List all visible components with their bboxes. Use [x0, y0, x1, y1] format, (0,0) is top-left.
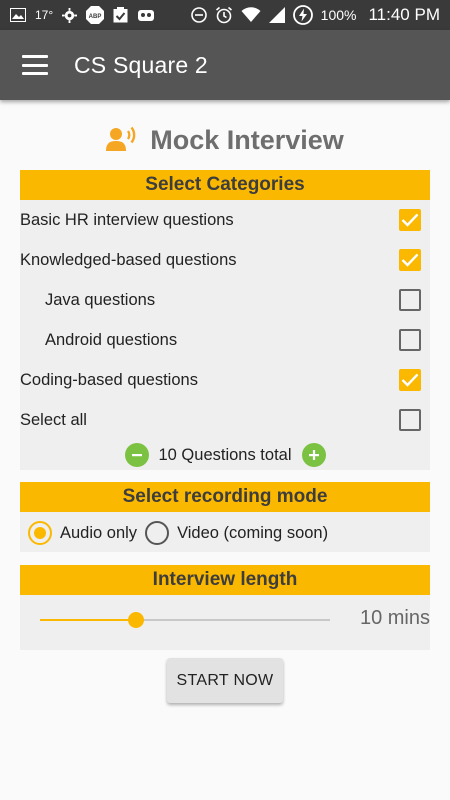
signal-strength-icon: [268, 7, 285, 23]
temperature-text: 17°: [35, 8, 54, 22]
category-checkbox[interactable]: [399, 369, 421, 391]
categories-section: Select Categories Basic HR interview que…: [20, 170, 430, 470]
recording-mode-options: Audio only Video (coming soon): [20, 515, 430, 551]
wifi-icon: [241, 7, 261, 23]
adblock-icon: ABP: [86, 6, 105, 24]
battery-charging-icon: [292, 5, 313, 25]
category-label: Java questions: [45, 290, 156, 309]
category-row[interactable]: Basic HR interview questions: [20, 200, 430, 240]
length-slider-row: 10 mins: [20, 595, 430, 650]
category-label: Knowledged-based questions: [20, 250, 237, 269]
recording-mode-header: Select recording mode: [20, 482, 430, 512]
interview-length-section: Interview length 10 mins: [20, 565, 430, 650]
audio-only-radio[interactable]: [28, 521, 52, 545]
do-not-disturb-icon: [190, 7, 207, 23]
category-checkbox[interactable]: [399, 249, 421, 271]
recording-mode-section: Select recording mode Audio only Video (…: [20, 482, 430, 552]
length-slider-fill: [40, 619, 136, 621]
checkmark-icon: [401, 373, 419, 387]
settings-gear-icon: [62, 7, 78, 23]
question-counter: 10 Questions total: [20, 440, 430, 470]
category-label: Select all: [20, 410, 87, 429]
plus-icon: [308, 450, 319, 460]
image-icon: [10, 8, 26, 22]
clock-text: 11:40 PM: [368, 5, 440, 24]
category-checkbox[interactable]: [399, 329, 421, 351]
categories-header: Select Categories: [20, 170, 430, 200]
abp-text: ABP: [89, 14, 102, 20]
category-checkbox[interactable]: [399, 289, 421, 311]
page-title-row: Mock Interview: [0, 120, 450, 160]
length-slider-track[interactable]: [40, 612, 330, 628]
minus-icon: [131, 454, 142, 457]
start-now-button[interactable]: START NOW: [167, 658, 283, 703]
category-row[interactable]: Coding-based questions: [20, 360, 430, 400]
decrease-questions-button[interactable]: [124, 443, 149, 467]
hamburger-menu-icon[interactable]: [22, 55, 48, 75]
category-label: Basic HR interview questions: [20, 210, 234, 229]
audio-only-label[interactable]: Audio only: [60, 524, 137, 543]
page-title: Mock Interview: [150, 124, 344, 155]
category-row[interactable]: Select all: [20, 400, 430, 440]
app-bar: CS Square 2: [0, 30, 450, 100]
increase-questions-button[interactable]: [301, 443, 326, 467]
category-label: Android questions: [45, 330, 178, 349]
category-row[interactable]: Android questions: [20, 320, 430, 360]
category-row[interactable]: Knowledged-based questions: [20, 240, 430, 280]
questions-total-text: 10 Questions total: [158, 445, 292, 464]
checkmark-icon: [401, 213, 419, 227]
android-robot-icon: [137, 8, 155, 22]
category-label: Coding-based questions: [20, 370, 198, 389]
category-row[interactable]: Java questions: [20, 280, 430, 320]
speaking-person-icon: [106, 126, 136, 157]
video-label[interactable]: Video (coming soon): [177, 524, 328, 543]
length-value-text: 10 mins: [359, 607, 430, 629]
checkmark-icon: [401, 253, 419, 267]
status-bar: 17° ABP 100% 11:40 PM: [0, 0, 450, 30]
alarm-clock-icon: [215, 6, 233, 24]
app-title: CS Square 2: [74, 51, 208, 78]
interview-length-header: Interview length: [20, 565, 430, 595]
category-checkbox[interactable]: [399, 209, 421, 231]
video-radio[interactable]: [145, 521, 170, 545]
clipboard-check-icon: [113, 7, 128, 23]
battery-percent-text: 100%: [320, 7, 357, 23]
length-slider-thumb[interactable]: [127, 612, 144, 628]
category-checkbox[interactable]: [399, 409, 421, 431]
